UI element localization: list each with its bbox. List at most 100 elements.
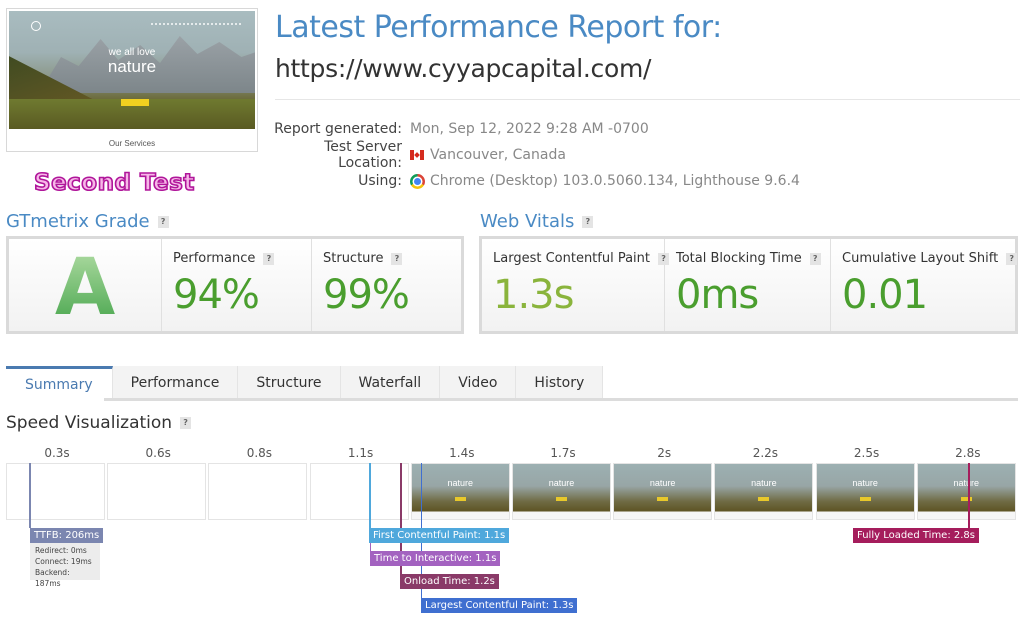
speed-visualization-title: Speed Visualization ? [6,413,192,433]
filmstrip-frame[interactable] [6,463,105,520]
frame-time-label: 0.6s [145,446,171,460]
help-icon[interactable]: ? [263,252,275,265]
cls-value: 0.01 [842,272,928,318]
tab-performance[interactable]: Performance [112,366,239,400]
structure-label-wrap: Structure ? [323,251,403,266]
grade-cell: A [9,239,162,333]
tti-tag: Time to Interactive: 1.1s [370,551,501,566]
gtmetrix-grade-title-text: GTmetrix Grade [6,211,150,232]
web-vitals-panel: Largest Contentful Paint ? 1.3s Total Bl… [479,236,1018,334]
frame-cta [859,497,871,501]
frame-caption: nature [548,478,575,488]
server-location-value: Vancouver, Canada [430,147,566,163]
filmstrip-frame[interactable]: nature [916,463,1016,520]
help-icon[interactable]: ? [157,215,169,228]
fully-loaded-tag: Fully Loaded Time: 2.8s [853,528,979,543]
report-url[interactable]: https://www.cyyapcapital.com/ [275,54,651,83]
tbt-cell: Total Blocking Time ? 0ms [665,239,831,331]
tbt-value: 0ms [676,272,759,318]
site-logo-icon [31,21,41,31]
frame-cta [758,497,770,501]
site-screenshot-thumbnail: we all love nature Our Services [6,8,258,152]
structure-cell: Structure ? 99% [312,239,461,331]
grade-letter: A [9,243,161,333]
cls-cell: Cumulative Layout Shift ? 0.01 [831,239,1018,331]
tab-summary[interactable]: Summary [6,366,113,400]
report-tabs: Summary Performance Structure Waterfall … [6,366,604,400]
fcp-tag: First Contentful Paint: 1.1s [369,528,510,543]
using-value: Chrome (Desktop) 103.0.5060.134, Lightho… [430,173,800,189]
filmstrip-frame[interactable] [208,463,308,520]
ttfb-marker-line [29,463,31,528]
filmstrip: nature nature nature nature nature nature [6,463,1018,520]
web-vitals-title: Web Vitals ? [480,211,594,232]
frame-caption: nature [649,478,676,488]
server-location-label: Test Server Location: [324,139,402,171]
using-value-wrap: Chrome (Desktop) 103.0.5060.134, Lightho… [410,173,800,189]
performance-label: Performance [173,251,256,266]
filmstrip-frame[interactable] [309,463,409,520]
frame-time-label: 1.1s [347,446,374,460]
onload-tag: Onload Time: 1.2s [400,574,499,589]
server-location-row: Test Server Location: Vancouver, Canada [270,139,800,171]
tab-structure[interactable]: Structure [238,366,341,400]
help-icon[interactable]: ? [582,215,594,228]
help-icon[interactable]: ? [391,252,403,265]
cls-label-wrap: Cumulative Layout Shift ? [842,251,1018,266]
frame-time-label: 0.3s [44,446,70,460]
lcp-tag: Largest Contentful Paint: 1.3s [421,598,578,613]
ttfb-connect: Connect: 19ms [35,557,92,566]
ttfb-tag: TTFB: 206ms [30,528,104,543]
tbt-label-wrap: Total Blocking Time ? [676,251,821,266]
frame-caption: nature [852,478,878,488]
help-icon[interactable]: ? [809,252,821,265]
using-row: Using: Chrome (Desktop) 103.0.5060.134, … [270,168,800,194]
filmstrip-frame[interactable] [107,463,207,520]
performance-score: 94% [173,272,260,318]
thumbnail-footer-text: Our Services [108,139,156,148]
lcp-label: Largest Contentful Paint [493,251,651,266]
speed-visualization-title-text: Speed Visualization [6,413,173,433]
tbt-label: Total Blocking Time [676,251,802,266]
filmstrip-frame[interactable]: nature [410,463,510,520]
filmstrip-frame[interactable]: nature [714,463,814,520]
structure-label: Structure [323,251,384,266]
server-location-value-wrap: Vancouver, Canada [410,147,566,163]
frame-time-label: 0.8s [246,446,273,460]
frame-time-label: 1.7s [550,446,576,460]
site-nav [151,23,241,27]
frame-caption: nature [751,478,777,488]
help-icon[interactable]: ? [180,417,192,429]
header-divider [275,99,1020,100]
help-icon[interactable]: ? [1006,252,1018,265]
lcp-cell: Largest Contentful Paint ? 1.3s [482,239,670,331]
frame-time-label: 2.2s [752,446,779,460]
using-label: Using: [358,173,402,189]
hero-cta [121,99,149,106]
ttfb-backend: Backend: 187ms [35,568,70,588]
fcp-marker-line [369,463,371,528]
filmstrip-frame[interactable]: nature [613,463,713,520]
report-meta: Report generated: Mon, Sep 12, 2022 9:28… [270,116,800,194]
tab-history[interactable]: History [516,366,604,400]
hero-title: nature [107,57,157,76]
structure-score: 99% [323,272,410,318]
canada-flag-icon [410,150,424,160]
gtmetrix-grade-panel: A Performance ? 94% Structure ? 99% [6,236,464,334]
frame-time-label: 1.4s [449,446,475,460]
gtmetrix-grade-title: GTmetrix Grade ? [6,211,169,232]
chrome-icon [410,173,425,189]
ttfb-breakdown: Redirect: 0ms Connect: 19ms Backend: 187… [30,543,100,588]
frame-caption: nature [953,478,980,488]
tab-video[interactable]: Video [440,366,517,400]
filmstrip-frame[interactable]: nature [512,463,611,520]
cls-label: Cumulative Layout Shift [842,251,999,266]
tab-waterfall[interactable]: Waterfall [340,366,441,400]
filmstrip-frame[interactable]: nature [815,463,915,520]
performance-cell: Performance ? 94% [162,239,312,331]
lcp-label-wrap: Largest Contentful Paint ? [493,251,670,266]
frame-cta [657,497,669,501]
frame-cta [960,497,972,501]
report-generated-value: Mon, Sep 12, 2022 9:28 AM -0700 [410,121,649,137]
frame-caption: nature [447,478,474,488]
